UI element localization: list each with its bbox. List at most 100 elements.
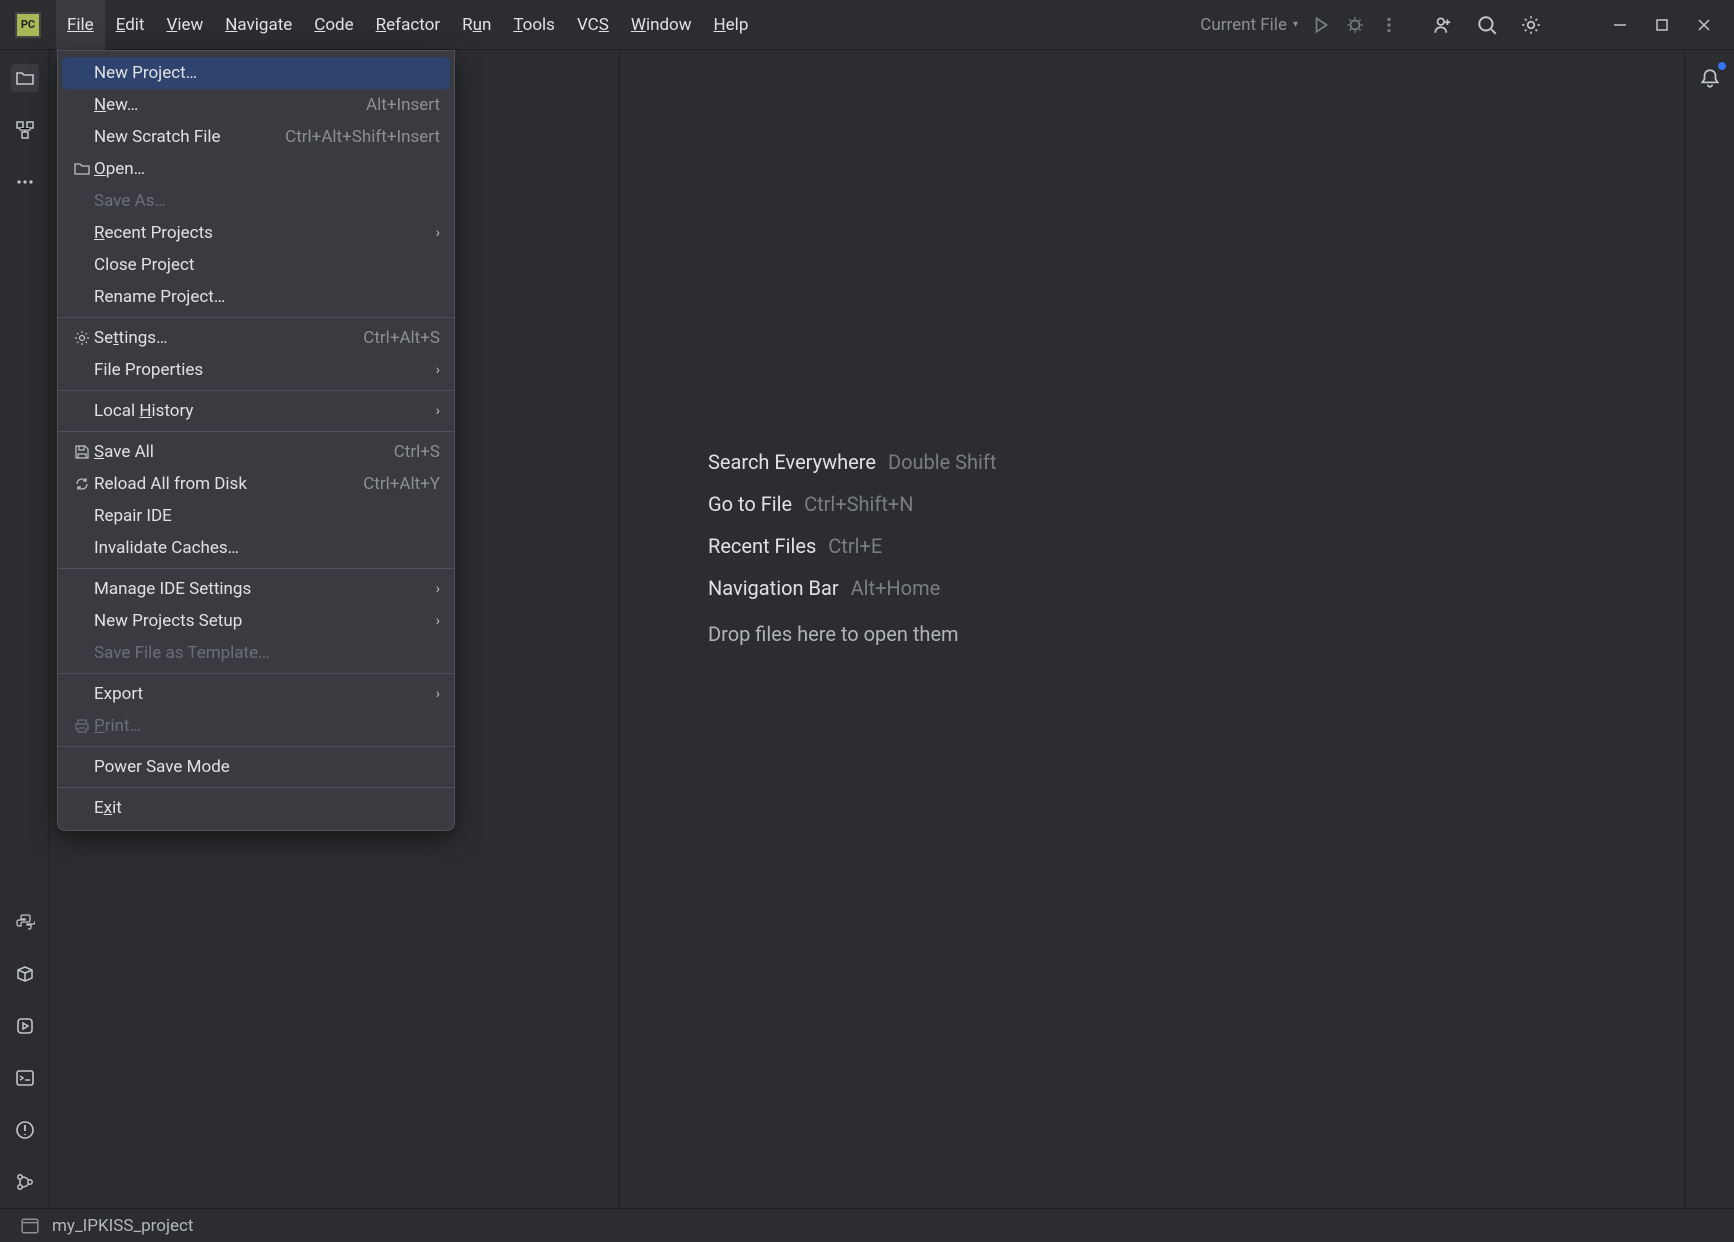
menu-edit[interactable]: Edit — [105, 0, 156, 50]
menu-settings[interactable]: Settings… Ctrl+Alt+S — [58, 322, 454, 354]
menu-reload-from-disk[interactable]: Reload All from Disk Ctrl+Alt+Y — [58, 468, 454, 500]
menu-new-scratch-file[interactable]: New Scratch File Ctrl+Alt+Shift+Insert — [58, 121, 454, 153]
statusbar-project-name[interactable]: my_IPKISS_project — [52, 1216, 194, 1236]
run-button-icon[interactable] — [1310, 14, 1332, 36]
menu-shortcut: Alt+Insert — [366, 95, 440, 115]
app-icon: PC — [15, 12, 41, 38]
window-close-button[interactable] — [1694, 15, 1714, 35]
menu-save-all[interactable]: Save All Ctrl+S — [58, 436, 454, 468]
menu-item-label: Local History — [94, 401, 436, 421]
menu-open[interactable]: Open… — [58, 153, 454, 185]
menu-item-label: Save File as Template… — [94, 643, 440, 663]
menu-save-file-as-template: Save File as Template… — [58, 637, 454, 669]
vcs-tool-icon[interactable] — [11, 1168, 39, 1196]
folder-icon — [72, 161, 92, 177]
menu-window[interactable]: Window — [620, 0, 703, 50]
hint-shortcut: Ctrl+E — [828, 534, 882, 558]
window-minimize-button[interactable] — [1610, 15, 1630, 35]
window-maximize-button[interactable] — [1652, 15, 1672, 35]
hint-shortcut: Ctrl+Shift+N — [804, 492, 913, 516]
titlebar-center: Current File ▾ — [759, 14, 1412, 36]
menu-print: Print… — [58, 710, 454, 742]
more-tools-icon[interactable] — [11, 168, 39, 196]
menu-separator — [58, 787, 454, 788]
left-tool-rail — [0, 50, 50, 1208]
menu-code[interactable]: Code — [303, 0, 364, 50]
gear-icon — [72, 330, 92, 346]
titlebar-right — [1412, 14, 1734, 36]
terminal-tool-icon[interactable] — [11, 1064, 39, 1092]
menu-recent-projects[interactable]: Recent Projects › — [58, 217, 454, 249]
menu-run[interactable]: Run — [451, 0, 502, 50]
menu-local-history[interactable]: Local History › — [58, 395, 454, 427]
menu-separator — [58, 390, 454, 391]
run-config-label: Current File — [1200, 15, 1287, 35]
search-icon[interactable] — [1476, 14, 1498, 36]
menu-manage-ide-settings[interactable]: Manage IDE Settings › — [58, 573, 454, 605]
menu-navigate[interactable]: Navigate — [214, 0, 303, 50]
menu-tools[interactable]: Tools — [502, 0, 566, 50]
left-rail-bottom-group — [11, 908, 39, 1196]
menu-export[interactable]: Export › — [58, 678, 454, 710]
menu-item-label: Save All — [94, 442, 394, 462]
menu-file[interactable]: File — [56, 0, 105, 50]
notification-dot-icon — [1718, 62, 1726, 70]
menu-repair-ide[interactable]: Repair IDE — [58, 500, 454, 532]
structure-tool-icon[interactable] — [11, 116, 39, 144]
menu-view[interactable]: View — [156, 0, 215, 50]
chevron-right-icon: › — [436, 362, 440, 378]
hint-label: Navigation Bar — [708, 576, 839, 600]
hint-label: Recent Files — [708, 534, 816, 558]
python-packages-icon[interactable] — [11, 960, 39, 988]
hint-label: Go to File — [708, 492, 792, 516]
menu-item-label: Manage IDE Settings — [94, 579, 436, 599]
notifications-icon[interactable] — [1696, 64, 1724, 92]
menu-close-project[interactable]: Close Project — [58, 249, 454, 281]
save-icon — [72, 444, 92, 460]
debug-button-icon[interactable] — [1344, 14, 1366, 36]
menu-item-label: Export — [94, 684, 436, 704]
menu-invalidate-caches[interactable]: Invalidate Caches… — [58, 532, 454, 564]
menu-item-label: Close Project — [94, 255, 440, 275]
menu-new-projects-setup[interactable]: New Projects Setup › — [58, 605, 454, 637]
code-with-me-icon[interactable] — [1432, 14, 1454, 36]
python-console-icon[interactable] — [11, 908, 39, 936]
menubar: File Edit View Navigate Code Refactor Ru… — [56, 0, 759, 50]
hint-shortcut: Alt+Home — [851, 576, 941, 600]
menu-exit[interactable]: Exit — [58, 792, 454, 824]
hint-navigation-bar[interactable]: Navigation Bar Alt+Home — [708, 576, 940, 600]
menu-new-project[interactable]: New Project… — [62, 57, 450, 89]
menu-separator — [58, 673, 454, 674]
menu-rename-project[interactable]: Rename Project… — [58, 281, 454, 313]
menu-item-label: New… — [94, 95, 366, 115]
hint-recent-files[interactable]: Recent Files Ctrl+E — [708, 534, 882, 558]
more-actions-icon[interactable] — [1378, 14, 1400, 36]
menu-save-as: Save As… — [58, 185, 454, 217]
run-config-selector[interactable]: Current File ▾ — [1200, 15, 1298, 35]
problems-tool-icon[interactable] — [11, 1116, 39, 1144]
hint-search-everywhere[interactable]: Search Everywhere Double Shift — [708, 450, 996, 474]
titlebar: PC File Edit View Navigate Code Refactor… — [0, 0, 1734, 50]
menu-item-label: Exit — [94, 798, 440, 818]
editor-empty-area: Search Everywhere Double Shift Go to Fil… — [620, 50, 1684, 1208]
project-tool-icon[interactable] — [11, 64, 39, 92]
menu-new[interactable]: New… Alt+Insert — [58, 89, 454, 121]
menu-shortcut: Ctrl+Alt+Shift+Insert — [285, 127, 440, 147]
menu-file-properties[interactable]: File Properties › — [58, 354, 454, 386]
menu-vcs[interactable]: VCS — [566, 0, 620, 50]
project-window-icon[interactable] — [21, 1217, 39, 1235]
settings-gear-icon[interactable] — [1520, 14, 1542, 36]
hint-shortcut: Double Shift — [888, 450, 996, 474]
menu-refactor[interactable]: Refactor — [365, 0, 451, 50]
services-tool-icon[interactable] — [11, 1012, 39, 1040]
menu-separator — [58, 746, 454, 747]
menu-help[interactable]: Help — [703, 0, 760, 50]
menu-shortcut: Ctrl+Alt+S — [363, 328, 440, 348]
hint-label: Search Everywhere — [708, 450, 876, 474]
print-icon — [72, 718, 92, 734]
chevron-down-icon: ▾ — [1293, 19, 1298, 30]
hint-goto-file[interactable]: Go to File Ctrl+Shift+N — [708, 492, 914, 516]
menu-shortcut: Ctrl+S — [394, 442, 440, 462]
statusbar: my_IPKISS_project — [0, 1208, 1734, 1242]
menu-power-save-mode[interactable]: Power Save Mode — [58, 751, 454, 783]
